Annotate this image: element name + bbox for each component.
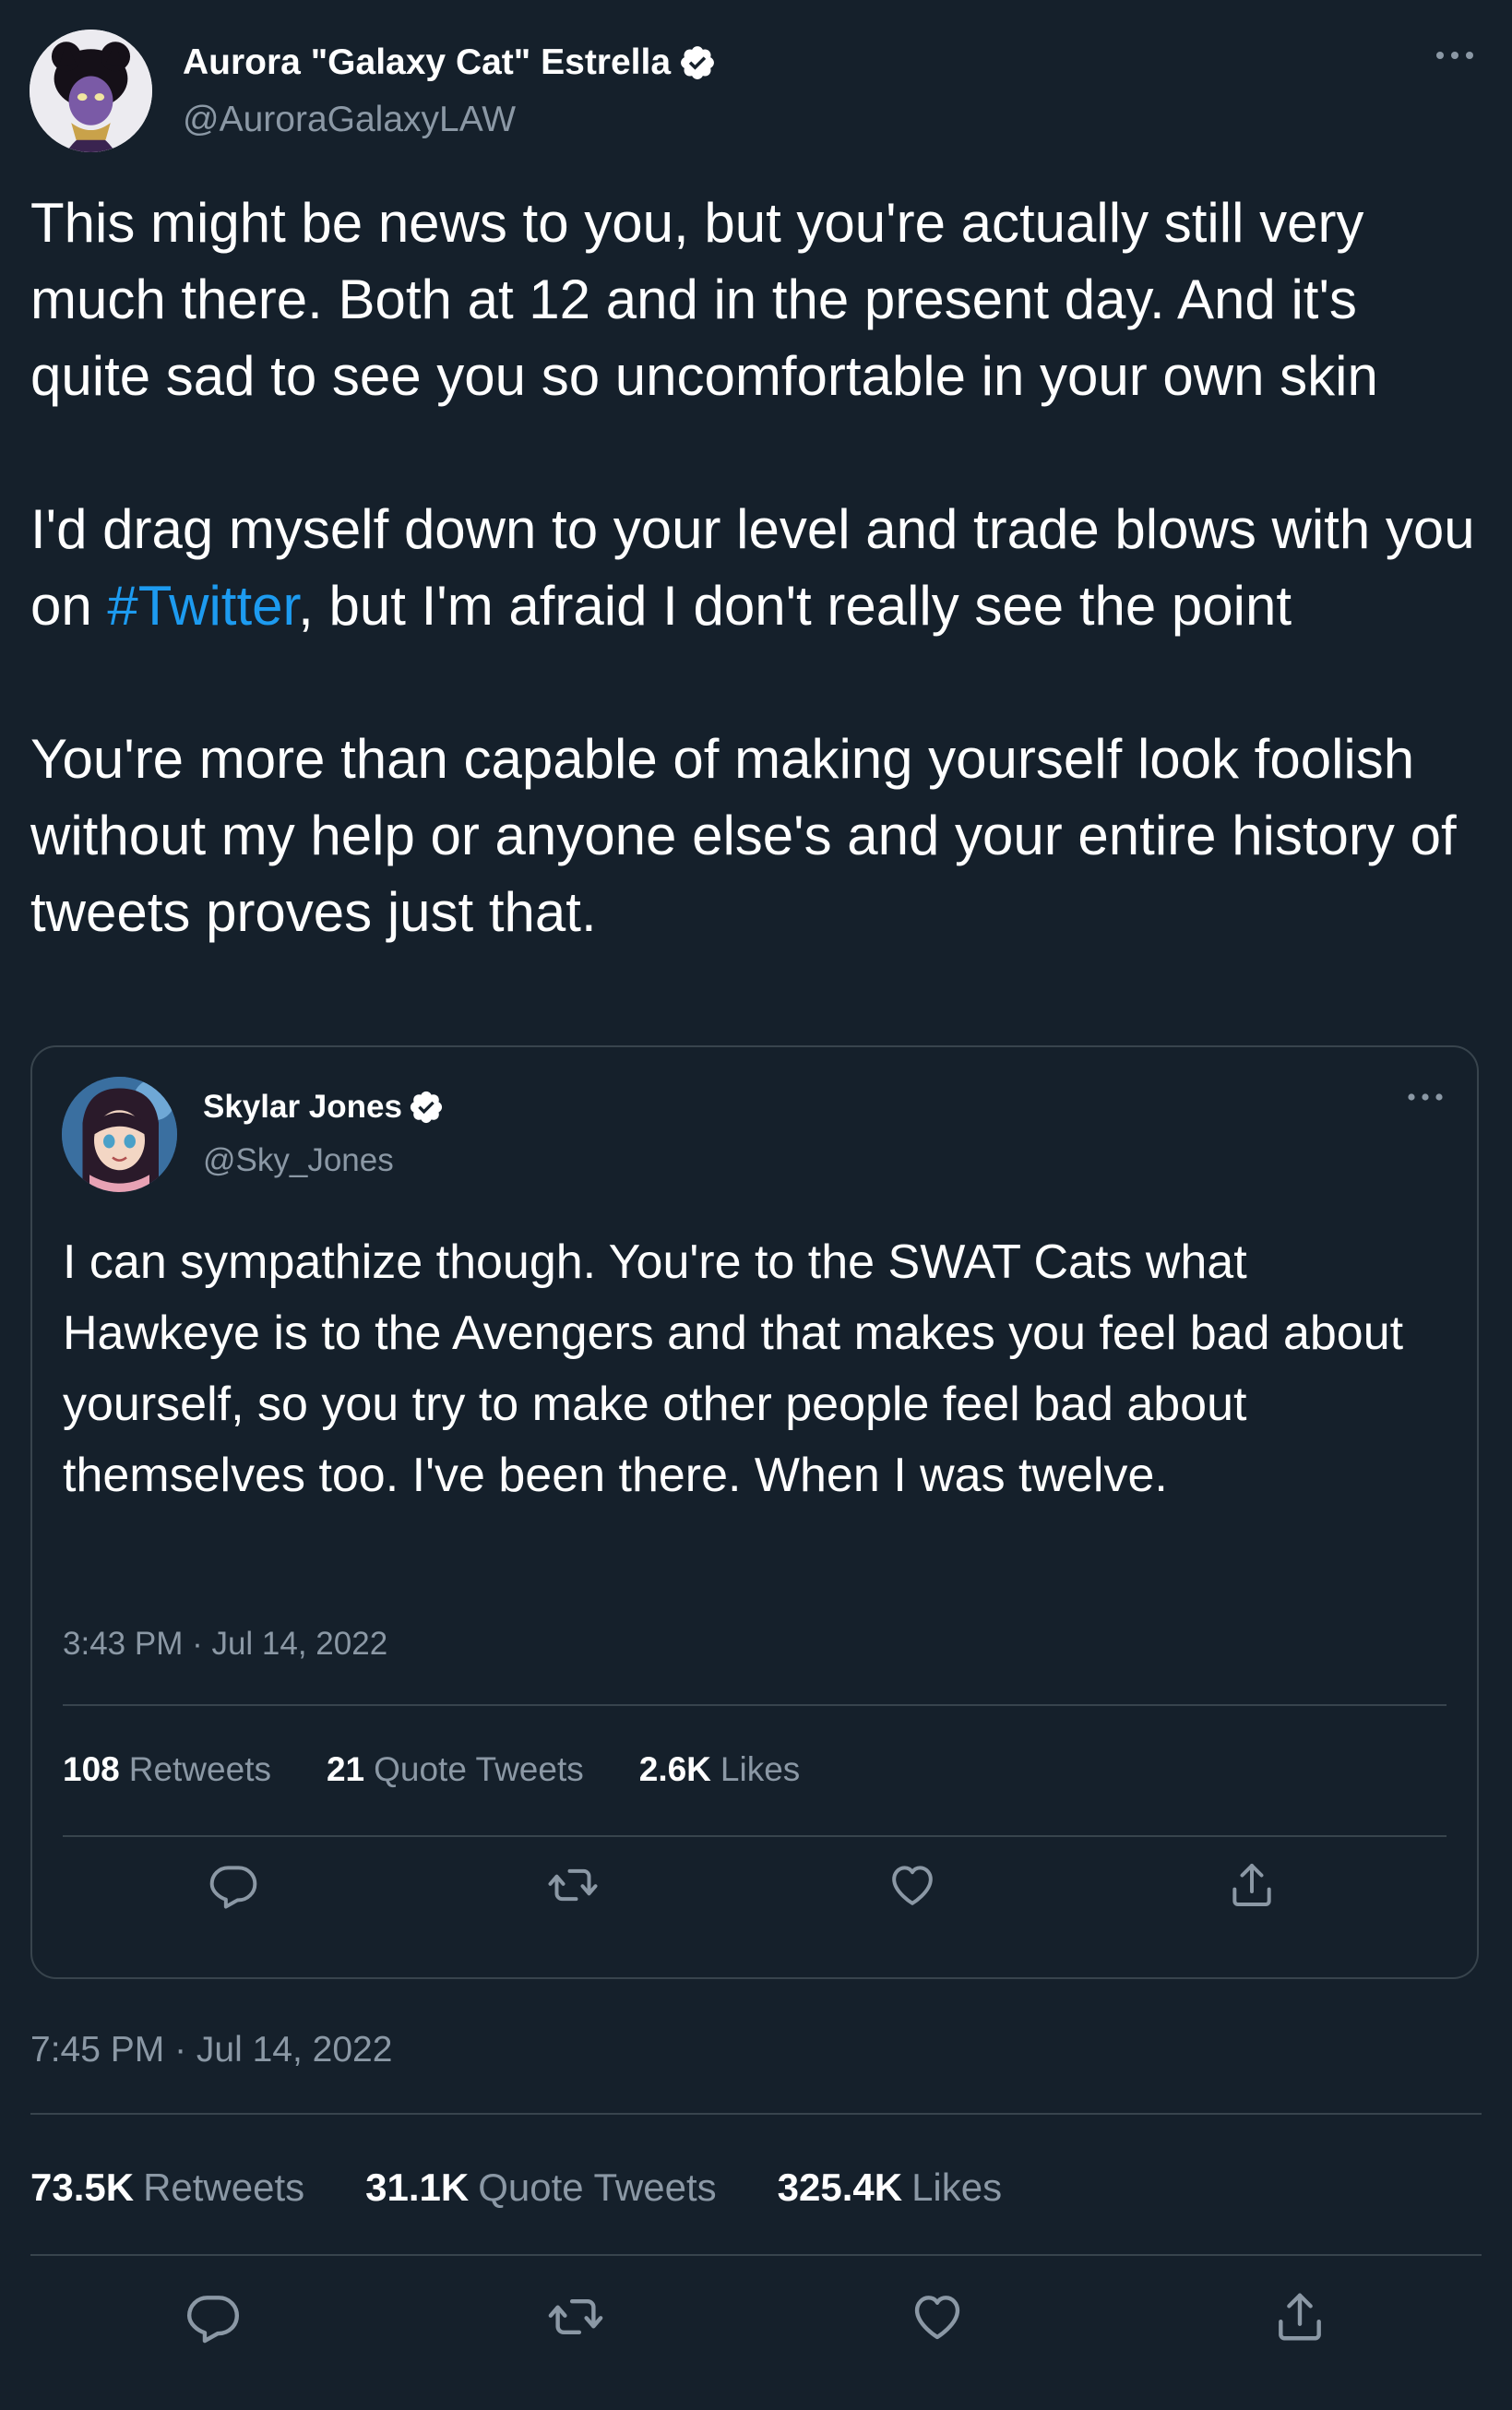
quote-tweets-label: Quote Tweets: [478, 2165, 717, 2209]
quoted-tweet-text: I can sympathize though. You're to the S…: [63, 1235, 1404, 1502]
quoted-likes-label: Likes: [720, 1750, 801, 1788]
quoted-tweet-actions: [208, 1859, 1278, 1911]
quoted-tweet-card[interactable]: Skylar Jones @Sky_Jones I can sympathize…: [30, 1045, 1479, 1979]
quote-tweets-stat[interactable]: 31.1K Quote Tweets: [365, 2165, 716, 2210]
author-name-text: Aurora "Galaxy Cat" Estrella: [183, 42, 672, 82]
retweet-icon[interactable]: [547, 2288, 604, 2345]
quoted-likes-count: 2.6K: [638, 1750, 711, 1788]
retweets-count: 73.5K: [30, 2165, 135, 2209]
quoted-tweet-timestamp[interactable]: 3:43 PM · Jul 14, 2022: [63, 1626, 387, 1663]
divider: [63, 1704, 1447, 1706]
heart-icon[interactable]: [887, 1859, 938, 1911]
likes-label: Likes: [911, 2165, 1003, 2209]
hashtag-link[interactable]: #Twitter: [107, 575, 298, 637]
quoted-quote-tweets-stat[interactable]: 21 Quote Tweets: [327, 1750, 584, 1789]
author-name[interactable]: Aurora "Galaxy Cat" Estrella: [183, 42, 717, 83]
quoted-retweets-count: 108: [63, 1750, 120, 1788]
divider: [30, 2113, 1482, 2115]
likes-count: 325.4K: [777, 2165, 903, 2209]
divider: [30, 2254, 1482, 2256]
tweet-paragraph-3: You're more than capable of making yours…: [30, 728, 1457, 943]
tweet-paragraph-2: I'd drag myself down to your level and t…: [30, 491, 1488, 644]
quote-tweets-count: 31.1K: [365, 2165, 470, 2209]
tweet-timestamp[interactable]: 7:45 PM · Jul 14, 2022: [30, 2030, 392, 2070]
quoted-author-name-text: Skylar Jones: [203, 1089, 402, 1125]
tweet-paragraph-2-end: , but I'm afraid I don't really see the …: [298, 575, 1292, 637]
quoted-quote-tweets-label: Quote Tweets: [374, 1750, 584, 1788]
quoted-quote-tweets-count: 21: [326, 1750, 365, 1788]
quoted-retweets-label: Retweets: [128, 1750, 271, 1788]
share-icon[interactable]: [1226, 1859, 1278, 1911]
quoted-author-name[interactable]: Skylar Jones: [203, 1089, 445, 1126]
verified-badge-icon: [408, 1089, 445, 1126]
tweet-actions: [185, 2288, 1328, 2345]
quoted-author-handle[interactable]: @Sky_Jones: [203, 1142, 394, 1179]
reply-icon[interactable]: [208, 1859, 259, 1911]
more-horizontal-icon[interactable]: [1405, 1080, 1446, 1114]
tweet: Aurora "Galaxy Cat" Estrella @AuroraGala…: [0, 0, 1512, 2410]
retweets-stat[interactable]: 73.5K Retweets: [30, 2165, 304, 2210]
more-horizontal-icon[interactable]: [1433, 37, 1477, 74]
retweets-label: Retweets: [143, 2165, 305, 2209]
quoted-retweets-stat[interactable]: 108 Retweets: [63, 1750, 271, 1789]
tweet-paragraph-1: This might be news to you, but you're ac…: [30, 192, 1378, 407]
author-handle[interactable]: @AuroraGalaxyLAW: [183, 100, 516, 140]
heart-icon[interactable]: [909, 2288, 966, 2345]
verified-badge-icon: [678, 43, 717, 82]
retweet-icon[interactable]: [547, 1859, 599, 1911]
divider: [63, 1835, 1447, 1837]
reply-icon[interactable]: [185, 2288, 242, 2345]
quoted-likes-stat[interactable]: 2.6K Likes: [639, 1750, 801, 1789]
tweet-body: This might be news to you, but you're ac…: [30, 185, 1488, 950]
quoted-tweet-stats: 108 Retweets 21 Quote Tweets 2.6K Likes: [63, 1750, 800, 1789]
share-icon[interactable]: [1271, 2288, 1328, 2345]
quoted-author-avatar[interactable]: [62, 1077, 177, 1192]
tweet-stats: 73.5K Retweets 31.1K Quote Tweets 325.4K…: [30, 2165, 1002, 2210]
author-avatar[interactable]: [30, 30, 152, 152]
likes-stat[interactable]: 325.4K Likes: [778, 2165, 1003, 2210]
